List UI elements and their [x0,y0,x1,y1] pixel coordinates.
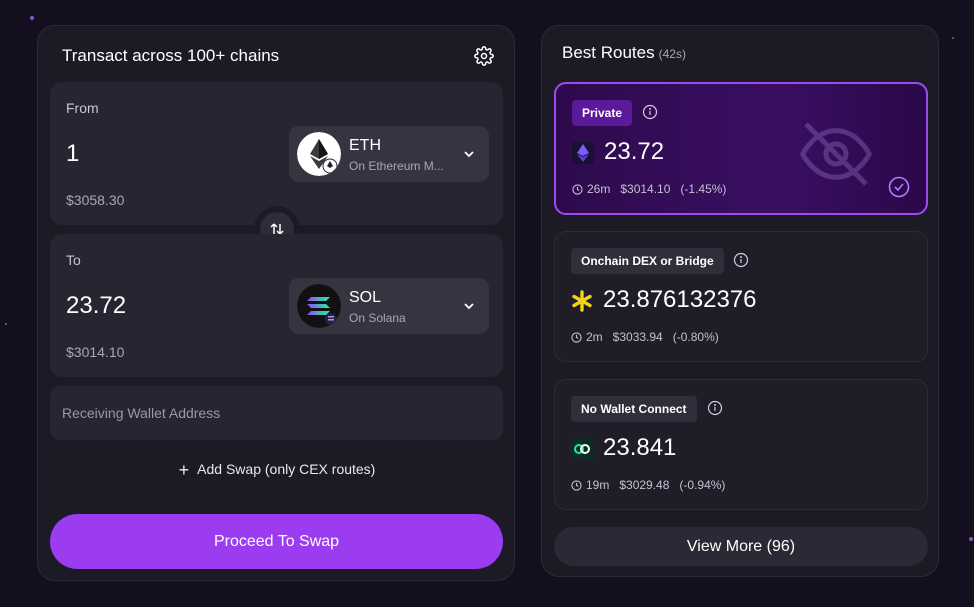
ethereum-icon [297,132,341,176]
route-amount: 23.876132376 [603,286,757,313]
from-box: From 1 $3058.30 ETH On Ethereum M... [50,82,503,225]
to-token-select[interactable]: SOL On Solana [289,278,489,334]
clock-icon [572,183,583,195]
link-provider-icon [571,438,593,460]
refresh-timer: (42s) [658,47,686,61]
to-usd-value: $3014.10 [66,344,125,360]
from-token-symbol: ETH [349,137,381,154]
route-change: (-0.94%) [679,478,726,492]
route-amount: 23.72 [604,138,665,165]
route-badge: Onchain DEX or Bridge [571,248,724,274]
to-label: To [66,252,81,268]
route-amount: 23.841 [603,434,677,461]
route-card-private[interactable]: Private 23.72 26m $3014.10 (-1.45%) [554,82,928,215]
clock-icon [571,331,582,343]
route-time: 2m [586,330,603,344]
check-circle-icon[interactable] [888,176,910,198]
to-token-symbol: SOL [349,289,382,306]
asterisk-provider-icon [571,290,593,312]
routes-header: Best Routes (42s) [562,43,686,63]
route-badge: No Wallet Connect [571,396,697,422]
swap-panel: Transact across 100+ chains From 1 $3058… [37,25,515,581]
to-token-chain: On Solana [349,311,406,325]
route-usd: $3033.94 [612,330,663,344]
gear-icon[interactable] [474,46,494,66]
route-meta: 2m $3033.94 (-0.80%) [571,330,719,344]
chevron-down-icon [464,303,474,310]
background-star [5,323,7,325]
solana-icon [297,284,341,328]
routes-panel: Best Routes (42s) Private 23.72 26m $3014… [541,25,939,577]
route-usd: $3014.10 [620,182,671,196]
background-star [952,37,954,39]
route-badge: Private [572,100,633,126]
route-time: 26m [587,182,611,196]
from-label: From [66,100,99,116]
from-amount-input[interactable]: 1 [66,140,79,168]
background-star [969,537,973,541]
route-meta: 26m $3014.10 (-1.45%) [572,182,726,196]
route-change: (-0.80%) [672,330,719,344]
to-amount-value: 23.72 [66,292,127,319]
add-swap-label: Add Swap (only CEX routes) [197,461,376,477]
info-icon[interactable] [642,104,658,120]
chevron-down-icon [464,151,474,158]
from-usd-value: $3058.30 [66,192,125,208]
view-more-button[interactable]: View More (96) [554,527,928,566]
info-icon[interactable] [733,252,749,268]
clock-icon [571,479,582,491]
background-star [30,16,34,20]
proceed-to-swap-button[interactable]: Proceed To Swap [50,514,503,569]
from-token-select[interactable]: ETH On Ethereum M... [289,126,489,182]
receiving-wallet-address-input[interactable] [50,386,503,440]
ethereum-route-icon [572,142,594,164]
to-box: To 23.72 $3014.10 SOL On Solana [50,234,503,377]
add-swap-button[interactable]: + Add Swap (only CEX routes) [38,460,516,481]
route-usd: $3029.48 [619,478,670,492]
routes-title: Best Routes [562,43,655,62]
from-token-chain: On Ethereum M... [349,159,444,173]
plus-icon: + [178,460,190,480]
eye-off-icon [799,122,873,186]
route-change: (-1.45%) [680,182,727,196]
route-card-no-wallet[interactable]: No Wallet Connect 23.841 19m $3029.48 (-… [554,379,928,510]
route-meta: 19m $3029.48 (-0.94%) [571,478,725,492]
route-card-onchain[interactable]: Onchain DEX or Bridge 23.876132376 2m $3… [554,231,928,362]
route-time: 19m [586,478,610,492]
info-icon[interactable] [707,400,723,416]
swap-title: Transact across 100+ chains [62,46,280,65]
